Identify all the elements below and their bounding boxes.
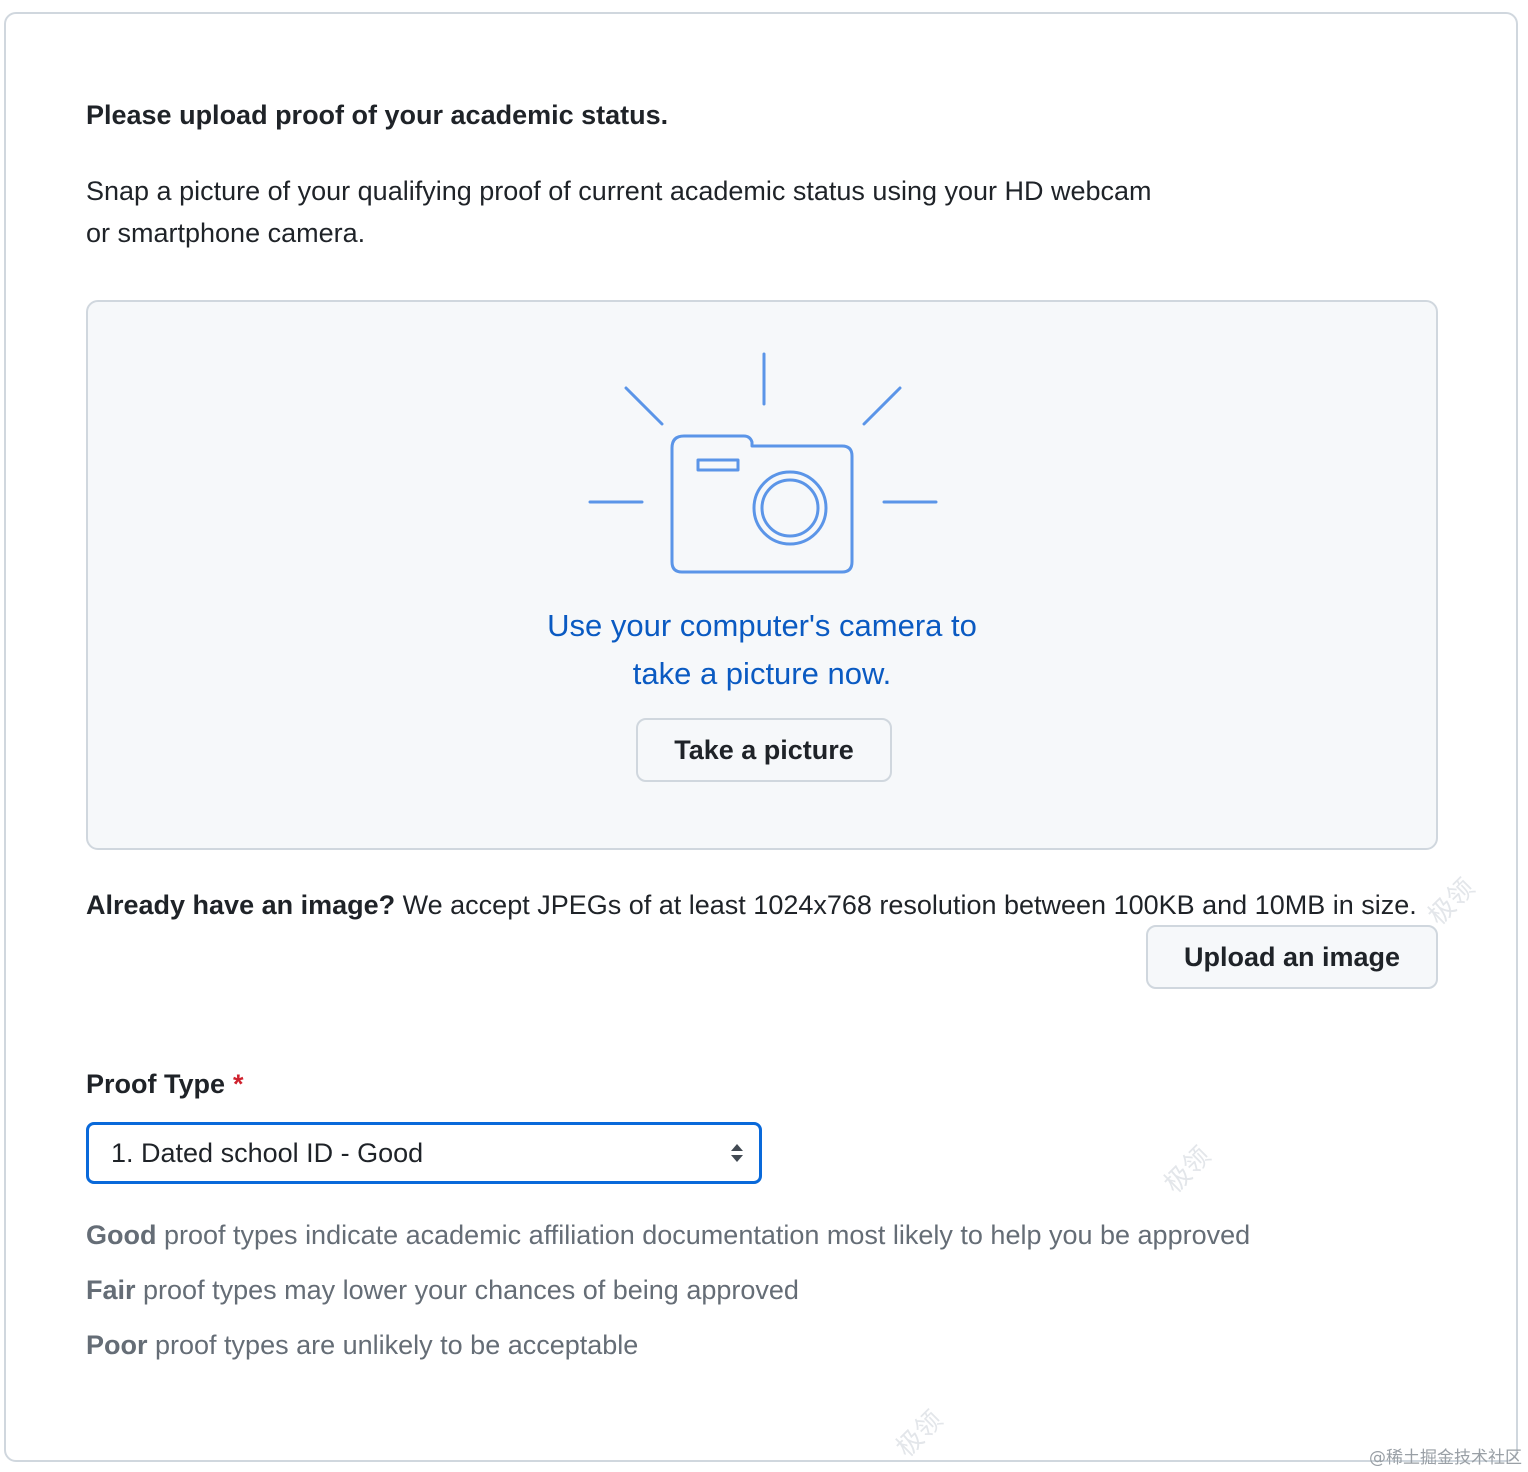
hint-poor-bold: Poor [86,1330,148,1360]
page-title: Please upload proof of your academic sta… [86,100,669,130]
hint-fair-bold: Fair [86,1275,136,1305]
hint-fair: Fair proof types may lower your chances … [86,1272,799,1308]
upload-prompt-text: We accept JPEGs of at least 1024x768 res… [395,890,1417,920]
flash-ray-left [624,386,664,426]
hint-poor-text: proof types are unlikely to be acceptabl… [147,1330,639,1360]
upload-image-button[interactable]: Upload an image [1146,925,1438,989]
select-arrows-icon [731,1144,743,1162]
proof-type-select[interactable]: 1. Dated school ID - Good [86,1122,762,1184]
upload-prompt-bold: Already have an image? [86,890,396,920]
proof-type-label: Proof Type * [86,1066,244,1102]
camera-lens-inner [760,478,820,538]
flash-ray-right [862,386,902,426]
camera-panel: Use your computer's camera to take a pic… [86,300,1438,850]
intro-text: Snap a picture of your qualifying proof … [86,176,1152,248]
hint-poor: Poor proof types are unlikely to be acce… [86,1327,638,1363]
camera-caption-line2: take a picture now. [632,656,892,691]
upload-prompt: Already have an image? We accept JPEGs o… [86,884,1431,926]
proof-type-selected-value: 1. Dated school ID - Good [111,1138,424,1168]
camera-icon [588,352,938,574]
hint-good-bold: Good [86,1220,157,1250]
hint-good-text: proof types indicate academic affiliatio… [156,1220,1251,1250]
camera-viewfinder [696,458,740,472]
take-picture-button[interactable]: Take a picture [636,718,892,782]
camera-caption-line1: Use your computer's camera to [547,608,977,643]
required-marker: * [233,1069,244,1099]
camera-caption: Use your computer's camera to take a pic… [88,602,1436,698]
footer-credit: @稀土掘金技术社区 [1369,1448,1522,1468]
hint-good: Good proof types indicate academic affil… [86,1217,1250,1253]
hint-fair-text: proof types may lower your chances of be… [135,1275,799,1305]
proof-type-label-text: Proof Type [86,1069,226,1099]
camera-lens-outer [752,470,828,546]
